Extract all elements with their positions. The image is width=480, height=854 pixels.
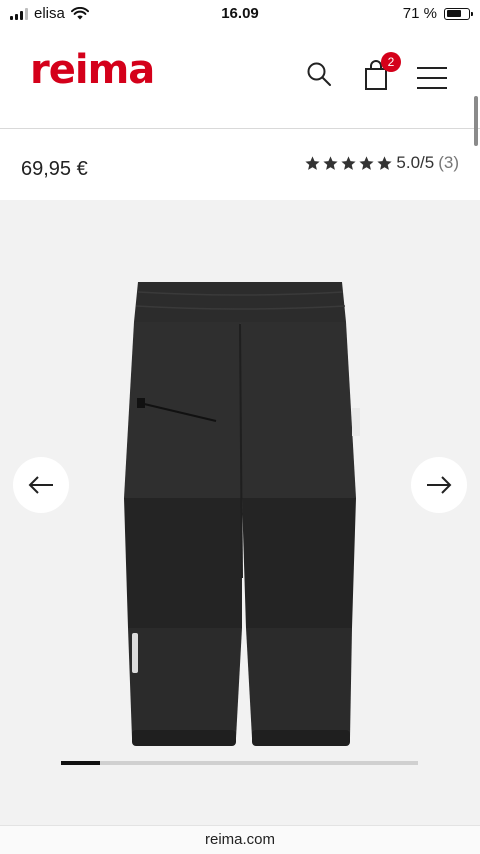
status-right: 71 %: [402, 5, 473, 22]
next-image-button[interactable]: [411, 457, 467, 513]
arrow-left-icon: [28, 476, 53, 494]
product-price: 69,95 €: [21, 158, 88, 180]
gallery-progress-fill: [61, 761, 101, 765]
previous-image-button[interactable]: [13, 457, 69, 513]
search-icon[interactable]: [306, 61, 332, 87]
rating-stars: [304, 155, 393, 172]
star-icon: [341, 155, 356, 170]
cart-count-badge: 2: [381, 52, 401, 72]
site-header: reima 2: [0, 28, 480, 129]
page-scrollbar[interactable]: [474, 96, 478, 146]
gallery-progress-track: [61, 761, 418, 765]
battery-level: [446, 10, 462, 17]
rating-count: (3): [438, 153, 459, 172]
star-icon: [359, 155, 374, 170]
star-icon: [377, 155, 392, 170]
menu-icon[interactable]: [416, 66, 448, 90]
rating-value: 5.0/5: [396, 153, 435, 172]
reima-logo[interactable]: reima: [30, 50, 155, 90]
arrow-right-icon: [427, 476, 452, 494]
star-icon: [323, 155, 338, 170]
product-gallery[interactable]: [0, 200, 480, 825]
cart-button[interactable]: 2: [364, 52, 401, 95]
battery-icon: [444, 7, 473, 20]
star-icon: [305, 155, 320, 170]
browser-url-bar[interactable]: reima.com: [0, 825, 480, 854]
product-rating[interactable]: 5.0/5 (3): [304, 153, 459, 173]
status-bar: elisa 16.09 71 %: [0, 0, 480, 28]
battery-percentage: 71 %: [402, 5, 437, 22]
product-image: [124, 282, 360, 746]
